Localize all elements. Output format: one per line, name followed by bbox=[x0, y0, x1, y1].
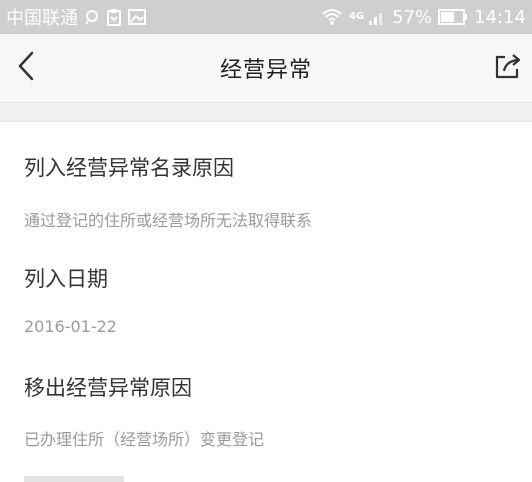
share-button[interactable] bbox=[492, 52, 522, 82]
nav-bar: 经营异常 bbox=[0, 34, 532, 102]
back-button[interactable] bbox=[16, 50, 44, 86]
page-title: 经营异常 bbox=[219, 58, 312, 83]
next-field-label-partial bbox=[24, 476, 124, 482]
field-value-listed-date: 2016-01-22 bbox=[24, 317, 117, 336]
section-divider bbox=[0, 102, 532, 122]
status-bar: 中国联通 4G 57% 14:14 bbox=[0, 0, 532, 34]
chevron-left-icon bbox=[16, 50, 36, 86]
battery-icon bbox=[438, 9, 468, 25]
location-icon bbox=[84, 9, 100, 25]
network-type: 4G bbox=[348, 10, 365, 22]
carrier-name: 中国联通 bbox=[6, 8, 78, 29]
signal-icon bbox=[368, 8, 386, 26]
field-label-reason-listed: 列入经营异常名录原因 bbox=[24, 156, 234, 180]
image-icon bbox=[128, 9, 146, 25]
status-bar-left: 中国联通 bbox=[6, 4, 146, 30]
battery-percent: 57% bbox=[392, 6, 433, 28]
wifi-icon bbox=[321, 8, 343, 26]
field-value-reason-listed: 通过登记的住所或经营场所无法取得联系 bbox=[24, 211, 313, 230]
clock-time: 14:14 bbox=[474, 6, 526, 28]
field-label-reason-removed: 移出经营异常原因 bbox=[24, 376, 192, 400]
share-icon bbox=[492, 54, 522, 86]
field-label-listed-date: 列入日期 bbox=[24, 267, 108, 291]
clipboard-icon bbox=[106, 8, 122, 26]
field-value-reason-removed: 已办理住所（经营场所）变更登记 bbox=[24, 430, 265, 449]
status-bar-right: 4G 57% 14:14 bbox=[321, 7, 526, 28]
